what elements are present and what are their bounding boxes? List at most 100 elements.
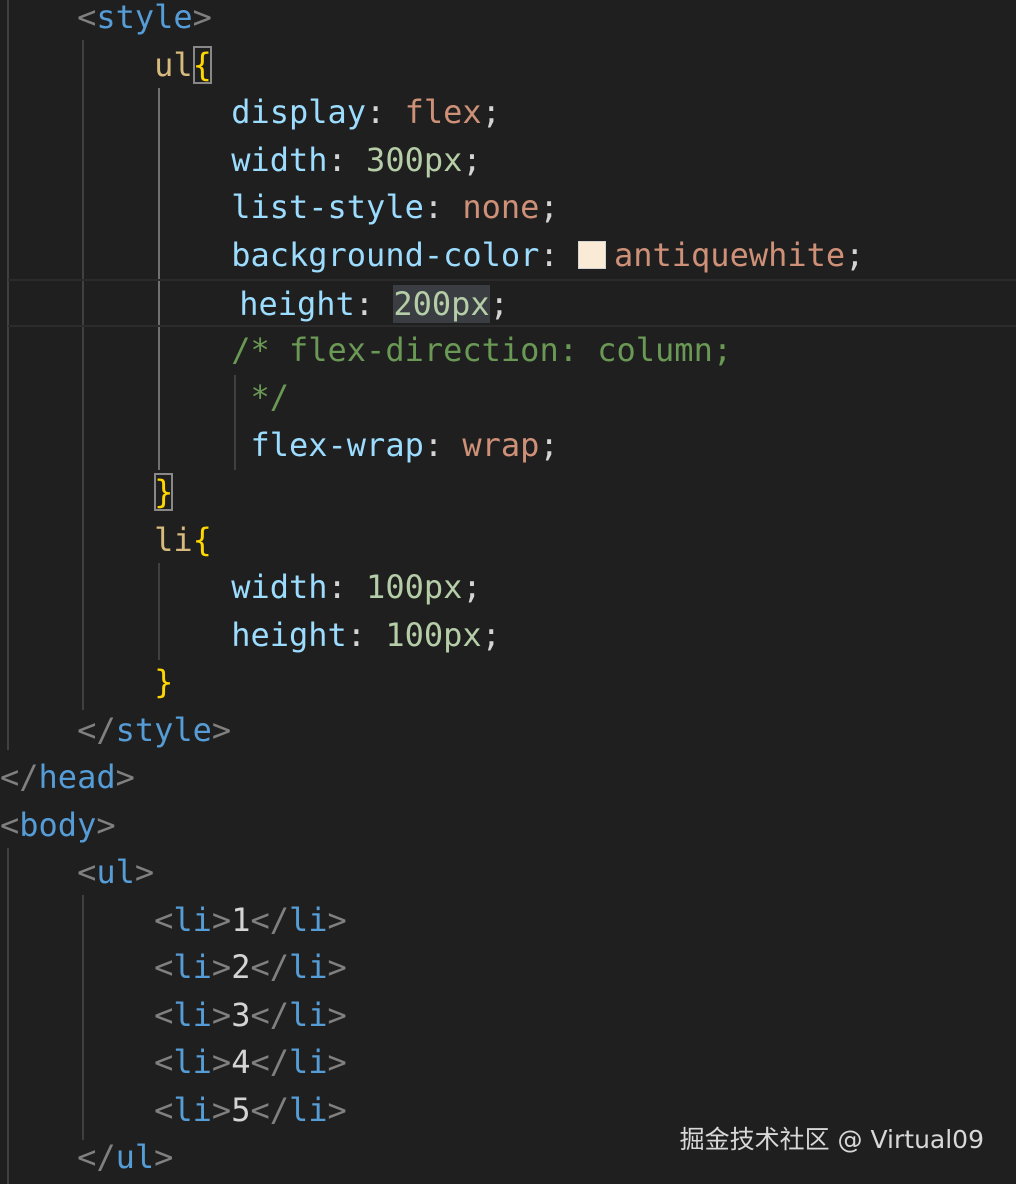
code-editor[interactable]: <style> ul{ display: flex; width: 300px;… <box>0 0 1016 1184</box>
code-line[interactable]: <li>3</li> <box>0 992 347 1040</box>
code-line[interactable]: display: flex; <box>0 89 501 137</box>
angle-bracket: > <box>115 758 135 796</box>
brace: } <box>154 663 174 701</box>
angle-bracket: > <box>211 900 232 939</box>
code-line[interactable]: flex-wrap: wrap; <box>0 422 559 470</box>
angle-bracket: </ <box>250 948 289 986</box>
css-number: 100px <box>366 568 463 606</box>
css-number: 100px <box>385 615 482 654</box>
css-selector: li <box>154 520 193 559</box>
angle-bracket: > <box>154 1138 174 1176</box>
css-property: width <box>231 568 328 606</box>
code-line[interactable]: <ul> <box>0 849 154 897</box>
tag-name: li <box>173 1090 212 1129</box>
matched-brace: } <box>154 473 174 511</box>
code-line[interactable]: */ <box>0 374 289 422</box>
code-line[interactable]: height: 200px; <box>8 279 1016 327</box>
css-property: list-style <box>231 188 424 226</box>
code-line[interactable]: </head> <box>0 754 135 802</box>
tag-name: ul <box>96 853 135 891</box>
css-keyword: antiquewhite <box>613 235 846 274</box>
code-line[interactable]: </style> <box>0 707 231 755</box>
code-line[interactable]: width: 300px; <box>0 137 482 185</box>
css-property: height <box>239 285 355 323</box>
code-text: ; <box>489 285 509 323</box>
angle-bracket: > <box>211 710 232 749</box>
tag-name: li <box>288 948 328 986</box>
tag-name: li <box>288 900 328 939</box>
code-line[interactable]: <body> <box>0 802 116 850</box>
code-line[interactable]: <style> <box>0 0 212 42</box>
code-line[interactable]: background-color: antiquewhite; <box>0 232 864 280</box>
css-keyword: flex <box>404 93 482 131</box>
angle-bracket: > <box>327 1043 347 1081</box>
code-comment: */ <box>250 378 289 416</box>
code-text: ; <box>481 93 501 131</box>
css-keyword: none <box>462 188 540 226</box>
angle-bracket: > <box>327 900 347 939</box>
css-keyword: wrap <box>462 425 540 464</box>
tag-name: head <box>38 758 116 796</box>
code-text: 1 <box>231 900 251 939</box>
code-line[interactable]: <li>4</li> <box>0 1039 347 1087</box>
angle-bracket: > <box>211 995 232 1034</box>
code-text: : <box>354 285 394 323</box>
tag-name: body <box>19 805 97 844</box>
code-line[interactable]: } <box>0 659 173 707</box>
angle-bracket: > <box>96 805 116 844</box>
code-line[interactable]: <li>2</li> <box>0 944 347 992</box>
css-selector: ul <box>154 45 193 84</box>
code-text: 3 <box>231 995 251 1034</box>
code-text: : <box>346 615 386 654</box>
code-text: ; <box>539 425 559 464</box>
code-line[interactable]: height: 100px; <box>0 612 501 660</box>
code-line[interactable]: list-style: none; <box>0 184 559 232</box>
code-comment: /* flex-direction: column; <box>231 330 733 369</box>
code-text: ; <box>462 140 482 179</box>
angle-bracket: </ <box>250 1043 289 1081</box>
angle-bracket: > <box>211 948 232 986</box>
code-line[interactable]: ul{ <box>0 42 212 90</box>
code-text: ; <box>481 615 501 654</box>
code-text: 5 <box>231 1090 251 1129</box>
angle-bracket: < <box>77 0 97 36</box>
angle-bracket: < <box>77 853 97 891</box>
angle-bracket: </ <box>250 995 289 1034</box>
code-line[interactable]: <li>1</li> <box>0 897 347 945</box>
css-property: flex-wrap <box>250 425 424 464</box>
angle-bracket: > <box>327 1090 347 1129</box>
tag-name: li <box>288 1043 328 1081</box>
code-line[interactable]: li{ <box>0 517 212 565</box>
angle-bracket: < <box>154 1043 174 1081</box>
code-text: : <box>539 235 578 274</box>
code-line[interactable]: /* flex-direction: column; <box>0 327 732 375</box>
code-line[interactable]: <li>5</li> <box>0 1087 347 1135</box>
code-line[interactable]: </ul> <box>0 1134 173 1182</box>
code-line[interactable]: width: 100px; <box>0 564 481 612</box>
tag-name: ul <box>115 1138 155 1176</box>
angle-bracket: < <box>0 805 20 844</box>
css-property: display <box>231 93 367 131</box>
angle-bracket: > <box>192 0 212 36</box>
angle-bracket: < <box>154 1090 174 1129</box>
code-text: ; <box>845 235 865 274</box>
tag-name: li <box>173 948 212 986</box>
code-line[interactable]: } <box>0 469 174 517</box>
css-property: height <box>231 615 347 654</box>
angle-bracket: </ <box>250 900 289 939</box>
color-swatch-icon[interactable] <box>577 240 606 269</box>
